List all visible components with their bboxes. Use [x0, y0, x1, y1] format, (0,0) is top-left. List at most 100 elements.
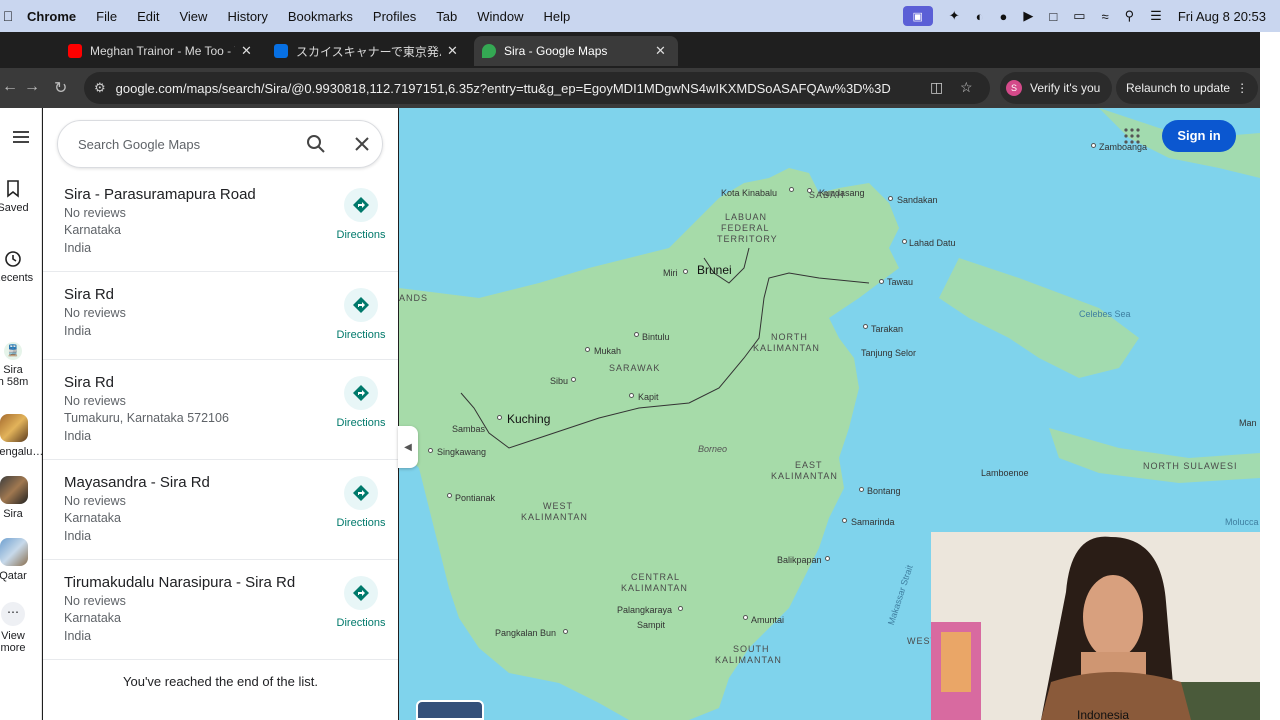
rail-view-more[interactable]: ⋯ View more — [0, 602, 34, 654]
close-icon[interactable]: ✕ — [655, 43, 666, 59]
map-label[interactable]: Mukah — [594, 346, 621, 356]
close-icon[interactable]: ✕ — [241, 43, 252, 59]
menu-history[interactable]: History — [227, 9, 267, 24]
city-marker-dot[interactable] — [902, 239, 907, 244]
city-marker-dot[interactable] — [888, 196, 893, 201]
menu-view[interactable]: View — [179, 9, 207, 24]
map-label[interactable]: Brunei — [697, 263, 732, 277]
bookmark-star-icon[interactable]: ☆ — [960, 79, 973, 96]
city-marker-dot[interactable] — [859, 487, 864, 492]
recent-sira-route[interactable]: 🚆 Sira h 58m — [0, 342, 34, 388]
directions-button[interactable]: Directions — [333, 288, 389, 341]
result-name[interactable]: Tirumakudalu Narasipura - Sira Rd — [64, 574, 295, 591]
menu-help[interactable]: Help — [544, 9, 571, 24]
map-layers-thumbnail[interactable] — [416, 700, 484, 720]
close-icon[interactable]: ✕ — [447, 43, 458, 59]
city-marker-dot[interactable] — [863, 324, 868, 329]
map-label[interactable]: Miri — [663, 268, 678, 278]
menu-file[interactable]: File — [96, 9, 117, 24]
google-apps-grid-icon[interactable] — [1124, 128, 1140, 144]
map-label[interactable]: Bintulu — [642, 332, 670, 342]
city-marker-dot[interactable] — [563, 629, 568, 634]
map-label[interactable]: Amuntai — [751, 615, 784, 625]
menu-app-name[interactable]: Chrome — [27, 9, 76, 24]
map-label[interactable]: Sampit — [637, 620, 665, 630]
map-label[interactable]: Bontang — [867, 486, 901, 496]
directions-button[interactable]: Directions — [333, 476, 389, 529]
play-icon[interactable]: ▶ — [1023, 8, 1033, 24]
city-marker-dot[interactable] — [1091, 143, 1096, 148]
back-arrow-icon[interactable]: ← — [2, 78, 18, 96]
extension-icon[interactable]: ✦ — [949, 8, 960, 24]
menubar-datetime[interactable]: Fri Aug 8 20:53 — [1178, 9, 1266, 24]
recent-qatar[interactable]: Qatar — [0, 538, 34, 582]
app-status-icon[interactable]: ● — [999, 9, 1007, 24]
city-marker-dot[interactable] — [789, 187, 794, 192]
reload-icon[interactable]: ↻ — [54, 78, 67, 98]
install-app-icon[interactable]: ◫ — [930, 79, 943, 96]
close-icon[interactable] — [352, 134, 372, 154]
map-label[interactable]: Lahad Datu — [909, 238, 956, 248]
map-label[interactable]: Palangkaraya — [617, 605, 672, 615]
city-marker-dot[interactable] — [683, 269, 688, 274]
result-item[interactable]: Sira Rd No reviews Tumakuru, Karnataka 5… — [43, 360, 398, 460]
control-center-icon[interactable]: ☰ — [1150, 8, 1162, 24]
map-label[interactable]: Pangkalan Bun — [495, 628, 556, 638]
map-label[interactable]: Kota Kinabalu — [721, 188, 777, 198]
recent-sira[interactable]: Sira — [0, 476, 34, 520]
menu-hamburger-icon[interactable] — [0, 130, 42, 148]
city-marker-dot[interactable] — [571, 377, 576, 382]
address-bar[interactable]: ⚙ google.com/maps/search/Sira/@0.9930818… — [84, 72, 990, 104]
menu-tab[interactable]: Tab — [436, 9, 457, 24]
forward-arrow-icon[interactable]: → — [24, 78, 40, 96]
city-marker-dot[interactable] — [447, 493, 452, 498]
menu-profiles[interactable]: Profiles — [373, 9, 416, 24]
city-marker-dot[interactable] — [743, 615, 748, 620]
result-item[interactable]: Tirumakudalu Narasipura - Sira Rd No rev… — [43, 560, 398, 660]
address-url[interactable]: google.com/maps/search/Sira/@0.9930818,1… — [116, 81, 916, 96]
map-label[interactable]: Lamboenoe — [981, 468, 1029, 478]
city-marker-dot[interactable] — [634, 332, 639, 337]
rail-saved[interactable]: Saved — [0, 180, 34, 214]
more-options-icon[interactable]: ⋮ — [1236, 81, 1248, 95]
site-info-icon[interactable]: ⚙ — [94, 80, 106, 96]
result-name[interactable]: Mayasandra - Sira Rd — [64, 474, 210, 491]
result-item[interactable]: Sira Rd No reviews India Directions — [43, 272, 398, 360]
city-marker-dot[interactable] — [807, 188, 812, 193]
input-source-icon[interactable]: □ — [1049, 9, 1057, 24]
map-label[interactable]: Man — [1239, 418, 1257, 428]
result-item[interactable]: Sira - Parasuramapura Road No reviews Ka… — [43, 182, 398, 272]
map-label[interactable]: Sandakan — [897, 195, 938, 205]
directions-button[interactable]: Directions — [333, 576, 389, 629]
menu-window[interactable]: Window — [477, 9, 523, 24]
search-box[interactable] — [57, 120, 383, 168]
map-label[interactable]: Singkawang — [437, 447, 486, 457]
apple-icon[interactable]:  — [0, 8, 16, 24]
map-label[interactable]: Tawau — [887, 277, 913, 287]
spotlight-search-icon[interactable]: ⚲ — [1125, 8, 1135, 24]
wifi-icon[interactable]: ≈ — [1102, 9, 1109, 24]
map-label[interactable]: Indonesia — [1077, 708, 1129, 720]
map-label[interactable]: Kuching — [507, 412, 550, 426]
search-icon[interactable] — [306, 134, 326, 154]
map-label[interactable]: Samarinda — [851, 517, 895, 527]
recent-bengaluru[interactable]: Bengalu… — [0, 414, 43, 458]
map-label[interactable]: Kapit — [638, 392, 659, 402]
city-marker-dot[interactable] — [678, 606, 683, 611]
map-label[interactable]: Balikpapan — [777, 555, 822, 565]
tab-google-maps[interactable]: Sira - Google Maps ✕ — [474, 36, 678, 66]
result-item[interactable]: Mayasandra - Sira Rd No reviews Karnatak… — [43, 460, 398, 560]
map-label[interactable]: Tarakan — [871, 324, 903, 334]
city-marker-dot[interactable] — [497, 415, 502, 420]
rail-recents[interactable]: Recents — [0, 250, 34, 284]
directions-button[interactable]: Directions — [333, 188, 389, 241]
city-marker-dot[interactable] — [842, 518, 847, 523]
screen-record-icon[interactable]: ▣ — [902, 6, 933, 26]
verify-identity-button[interactable]: S Verify it's you — [1000, 72, 1113, 104]
battery-icon[interactable]: ▭ — [1073, 8, 1085, 24]
tab-skyscanner[interactable]: スカイスキャナーで東京発バンコク ✕ — [266, 36, 466, 66]
menu-bookmarks[interactable]: Bookmarks — [288, 9, 353, 24]
result-name[interactable]: Sira Rd — [64, 286, 114, 303]
collapse-panel-button[interactable]: ◀ — [398, 426, 418, 468]
contrast-icon[interactable]: ◐ — [976, 9, 984, 24]
